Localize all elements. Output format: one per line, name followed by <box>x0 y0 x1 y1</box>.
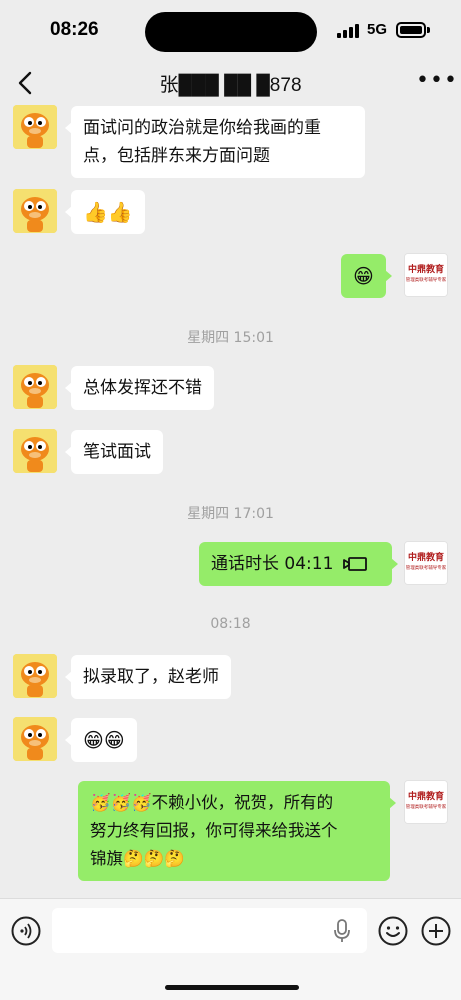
svg-text:中鼎教育: 中鼎教育 <box>408 790 444 802</box>
self-avatar[interactable]: 中鼎教育 管理类联考辅导专家 <box>404 541 448 585</box>
message-line: 努力终有回报，你可得来给我送个 <box>90 821 338 840</box>
svg-text:管理类联考辅导专家: 管理类联考辅导专家 <box>406 276 447 283</box>
chat-header: 张███ ██ █878 ••• <box>0 62 461 104</box>
more-dots-icon[interactable]: ••• <box>416 70 457 96</box>
contact-avatar[interactable] <box>13 429 57 473</box>
garfield-avatar-icon <box>13 105 57 149</box>
message-line: 锦旗🤔🤔🤔 <box>90 849 185 868</box>
message-bubble-received[interactable]: 笔试面试 <box>65 430 163 474</box>
message-bubble-received[interactable]: 面试问的政治就是你给我画的重 点，包括胖东来方面问题 <box>65 106 365 178</box>
dynamic-island <box>145 12 317 52</box>
garfield-avatar-icon <box>13 365 57 409</box>
self-avatar[interactable]: 中鼎教育 管理类联考辅导专家 <box>404 780 448 824</box>
voice-input-icon[interactable] <box>11 916 41 946</box>
garfield-avatar-icon <box>13 654 57 698</box>
garfield-avatar-icon <box>13 717 57 761</box>
self-avatar[interactable]: 中鼎教育 管理类联考辅导专家 <box>404 253 448 297</box>
svg-text:中鼎教育: 中鼎教育 <box>408 263 444 275</box>
chat-title: 张███ ██ █878 <box>159 75 302 96</box>
contact-avatar[interactable] <box>13 717 57 761</box>
battery-tip <box>427 27 430 33</box>
garfield-avatar-icon <box>13 429 57 473</box>
network-label: 5G <box>367 21 388 38</box>
status-time: 08:26 <box>50 19 99 40</box>
message-bubble-received[interactable]: 拟录取了，赵老师 <box>65 655 231 699</box>
home-indicator <box>165 985 299 990</box>
school-logo-icon: 中鼎教育 管理类联考辅导专家 <box>405 254 447 296</box>
svg-text:管理类联考辅导专家: 管理类联考辅导专家 <box>406 803 447 810</box>
call-record-bubble[interactable]: 通话时长 04:11 <box>199 542 398 586</box>
school-logo-icon: 中鼎教育 管理类联考辅导专家 <box>405 542 447 584</box>
message-input[interactable] <box>52 908 367 953</box>
contact-avatar[interactable] <box>13 189 57 233</box>
message-line: 面试问的政治就是你给我画的重 <box>83 118 321 138</box>
message-bubble-received[interactable]: 总体发挥还不错 <box>65 366 214 410</box>
message-line: 点，包括胖东来方面问题 <box>83 146 270 166</box>
contact-avatar[interactable] <box>13 105 57 149</box>
message-bubble-received[interactable]: 😁😁 <box>65 718 137 762</box>
message-bubble-received[interactable]: 👍👍 <box>65 190 145 234</box>
contact-avatar[interactable] <box>13 654 57 698</box>
message-bubble-sent[interactable]: 😁 <box>341 254 392 298</box>
svg-text:中鼎教育: 中鼎教育 <box>408 551 444 563</box>
video-call-icon <box>342 557 367 571</box>
timestamp: 星期四 17:01 <box>187 506 274 522</box>
garfield-avatar-icon <box>13 189 57 233</box>
message-bubble-sent[interactable]: 🥳🥳🥳不赖小伙，祝贺，所有的 努力终有回报，你可得来给我送个 锦旗🤔🤔🤔 <box>78 781 396 881</box>
timestamp: 08:18 <box>210 616 251 632</box>
emoji-icon[interactable] <box>378 916 408 946</box>
message-line: 🥳🥳🥳不赖小伙，祝贺，所有的 <box>90 793 334 812</box>
school-logo-icon: 中鼎教育 管理类联考辅导专家 <box>405 781 447 823</box>
svg-text:管理类联考辅导专家: 管理类联考辅导专家 <box>406 564 447 571</box>
call-duration-text: 通话时长 04:11 <box>211 554 334 574</box>
plus-icon[interactable] <box>421 916 451 946</box>
status-bar: 08:26 5G <box>0 0 461 62</box>
microphone-icon[interactable] <box>333 918 351 944</box>
contact-avatar[interactable] <box>13 365 57 409</box>
timestamp: 星期四 15:01 <box>187 330 274 346</box>
battery-icon <box>396 22 426 38</box>
signal-icon <box>337 24 359 38</box>
